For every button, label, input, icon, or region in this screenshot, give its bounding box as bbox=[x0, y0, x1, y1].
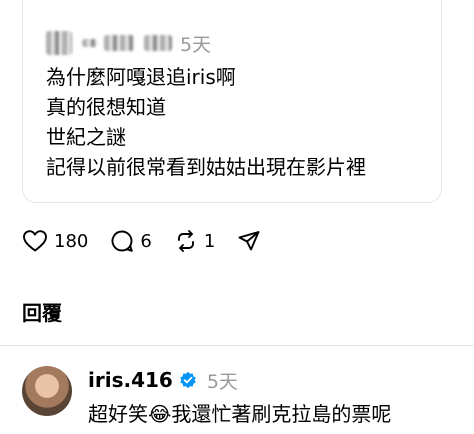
quoted-post-header: 5天 bbox=[46, 30, 211, 56]
like-button[interactable]: 180 bbox=[22, 229, 88, 253]
post-line: 真的很想知道 bbox=[46, 95, 166, 119]
comment-count: 6 bbox=[140, 230, 152, 252]
comment-icon bbox=[111, 230, 134, 252]
repost-button[interactable]: 1 bbox=[174, 229, 215, 253]
blurred-username bbox=[144, 35, 172, 51]
post-line: 為什麼阿嘎退追iris啊 bbox=[46, 65, 236, 89]
divider bbox=[0, 345, 474, 346]
share-button[interactable] bbox=[237, 229, 261, 253]
reply-header: iris.416 5天 bbox=[88, 366, 238, 394]
share-icon bbox=[238, 231, 260, 251]
blurred-avatar bbox=[46, 31, 72, 55]
verified-icon bbox=[179, 371, 197, 389]
like-count: 180 bbox=[54, 230, 89, 252]
post-actions: 180 6 1 bbox=[22, 226, 283, 256]
replies-heading: 回覆 bbox=[22, 301, 62, 325]
blurred-username bbox=[82, 39, 98, 47]
post-line: 記得以前很常看到姑姑出現在影片裡 bbox=[46, 155, 366, 179]
repost-icon bbox=[177, 230, 194, 252]
blurred-username bbox=[104, 35, 134, 51]
post-line: 世紀之謎 bbox=[46, 125, 126, 149]
reply-text: 超好笑😂我還忙著刷克拉島的票呢 bbox=[88, 402, 392, 426]
reply-timestamp: 5天 bbox=[206, 370, 238, 393]
repost-count: 1 bbox=[203, 230, 216, 252]
avatar[interactable] bbox=[22, 366, 72, 416]
quoted-post-text: 為什麼阿嘎退追iris啊 真的很想知道 世紀之謎 記得以前很常看到姑姑出現在影片… bbox=[46, 62, 366, 182]
post-timestamp: 5天 bbox=[180, 33, 212, 56]
comment-button[interactable]: 6 bbox=[110, 229, 152, 253]
heart-icon bbox=[23, 230, 47, 252]
reply-username[interactable]: iris.416 bbox=[88, 368, 173, 392]
